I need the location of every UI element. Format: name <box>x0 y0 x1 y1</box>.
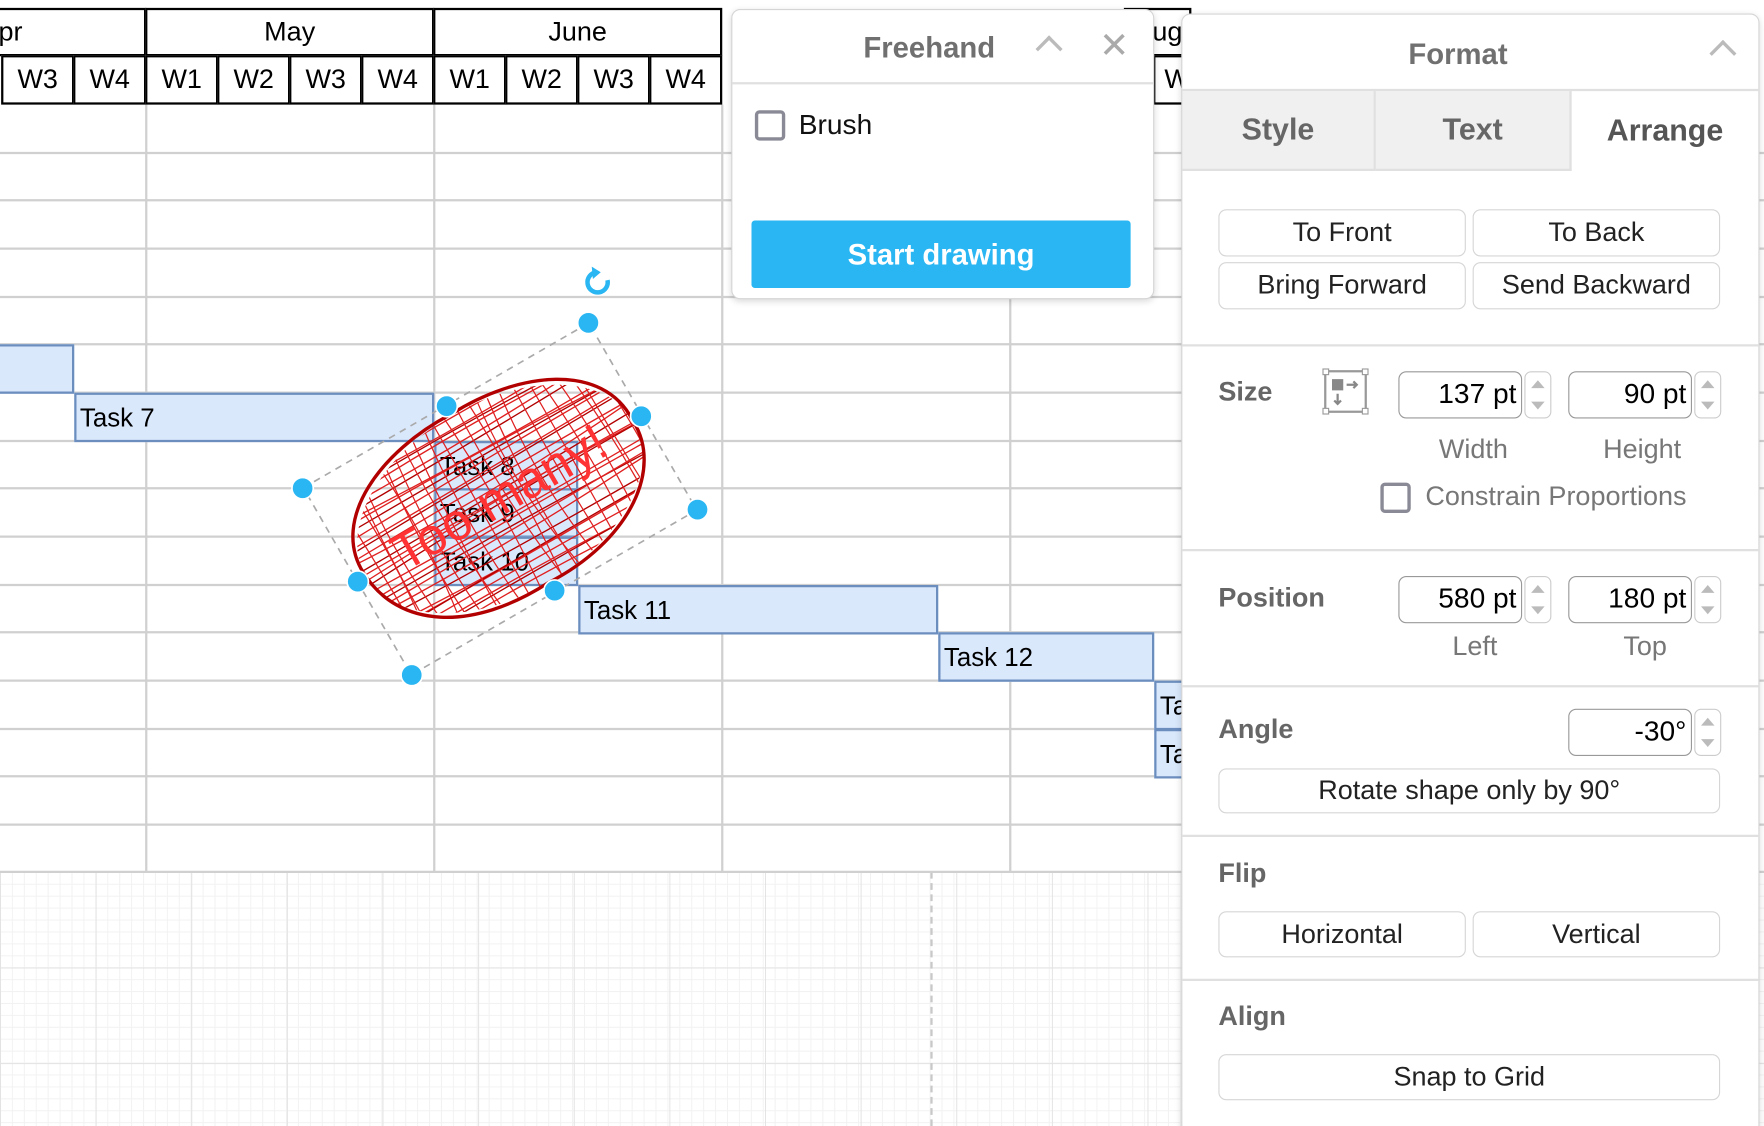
left-input[interactable]: 580 pt <box>1398 576 1523 624</box>
tab-label: Arrange <box>1606 113 1724 148</box>
page-break-line <box>930 871 933 1126</box>
to-back-button[interactable]: To Back <box>1472 209 1721 257</box>
resize-handle[interactable] <box>685 498 710 522</box>
section-divider <box>1182 344 1759 347</box>
constrain-proportions-label: Constrain Proportions <box>1425 481 1687 512</box>
format-panel: Format Style Text Arrange To Front To Ba… <box>1181 13 1760 1126</box>
top-input[interactable]: 180 pt <box>1568 576 1692 624</box>
tab-style[interactable]: Style <box>1182 91 1376 171</box>
format-title: Format <box>1408 37 1508 71</box>
resize-handle[interactable] <box>435 394 459 418</box>
rotate-handle-icon[interactable] <box>585 266 610 295</box>
panel-header-divider <box>732 82 1154 85</box>
tab-text[interactable]: Text <box>1375 91 1572 171</box>
rotate-90-button[interactable]: Rotate shape only by 90° <box>1218 768 1721 814</box>
resize-handle[interactable] <box>400 663 424 687</box>
tab-label: Text <box>1442 112 1503 147</box>
align-label: Align <box>1218 1001 1286 1032</box>
to-front-button[interactable]: To Front <box>1218 209 1466 257</box>
flip-vertical-button[interactable]: Vertical <box>1472 911 1721 958</box>
top-stepper[interactable] <box>1694 576 1722 624</box>
tab-arrange[interactable]: Arrange <box>1572 91 1759 171</box>
autosize-icon[interactable] <box>1322 368 1369 415</box>
start-drawing-button[interactable]: Start drawing <box>751 220 1131 288</box>
close-icon[interactable]: ✕ <box>1099 24 1129 67</box>
top-label: Top <box>1623 631 1667 662</box>
send-backward-button[interactable]: Send Backward <box>1472 262 1721 310</box>
position-label: Position <box>1218 582 1325 614</box>
left-stepper[interactable] <box>1524 576 1552 624</box>
resize-handle[interactable] <box>576 311 600 335</box>
resize-handle[interactable] <box>346 570 370 594</box>
angle-input[interactable]: -30° <box>1568 708 1692 756</box>
freehand-title: Freehand <box>863 30 996 65</box>
resize-handle[interactable] <box>629 404 653 428</box>
section-divider <box>1182 549 1759 552</box>
brush-label: Brush <box>798 109 873 141</box>
flip-horizontal-button[interactable]: Horizontal <box>1218 911 1466 958</box>
height-label: Height <box>1603 434 1682 465</box>
constrain-proportions-checkbox[interactable] <box>1380 482 1411 513</box>
width-label: Width <box>1438 434 1508 465</box>
width-stepper[interactable] <box>1524 371 1552 419</box>
angle-label: Angle <box>1218 714 1294 745</box>
tab-label: Style <box>1241 112 1315 147</box>
angle-stepper[interactable] <box>1694 708 1722 756</box>
resize-handle[interactable] <box>543 579 567 603</box>
width-input[interactable]: 137 pt <box>1398 371 1523 419</box>
height-stepper[interactable] <box>1694 371 1722 419</box>
section-divider <box>1182 685 1759 688</box>
flip-label: Flip <box>1218 858 1267 889</box>
start-drawing-label: Start drawing <box>847 236 1035 271</box>
size-label: Size <box>1218 376 1273 408</box>
freehand-panel: Freehand ✕ Brush Start drawing <box>731 9 1155 300</box>
height-input[interactable]: 90 pt <box>1568 371 1692 419</box>
bring-forward-button[interactable]: Bring Forward <box>1218 262 1466 310</box>
brush-checkbox[interactable] <box>754 110 786 141</box>
snap-to-grid-button[interactable]: Snap to Grid <box>1218 1054 1721 1101</box>
section-divider <box>1182 834 1759 837</box>
diagram-canvas[interactable]: pr May June ug W W3 W4 W1 W2 W3 W4 W1 W2 W3 W4 Ta… <box>0 0 1764 1126</box>
resize-handle[interactable] <box>291 476 315 500</box>
left-label: Left <box>1452 631 1498 662</box>
section-divider <box>1182 978 1759 981</box>
